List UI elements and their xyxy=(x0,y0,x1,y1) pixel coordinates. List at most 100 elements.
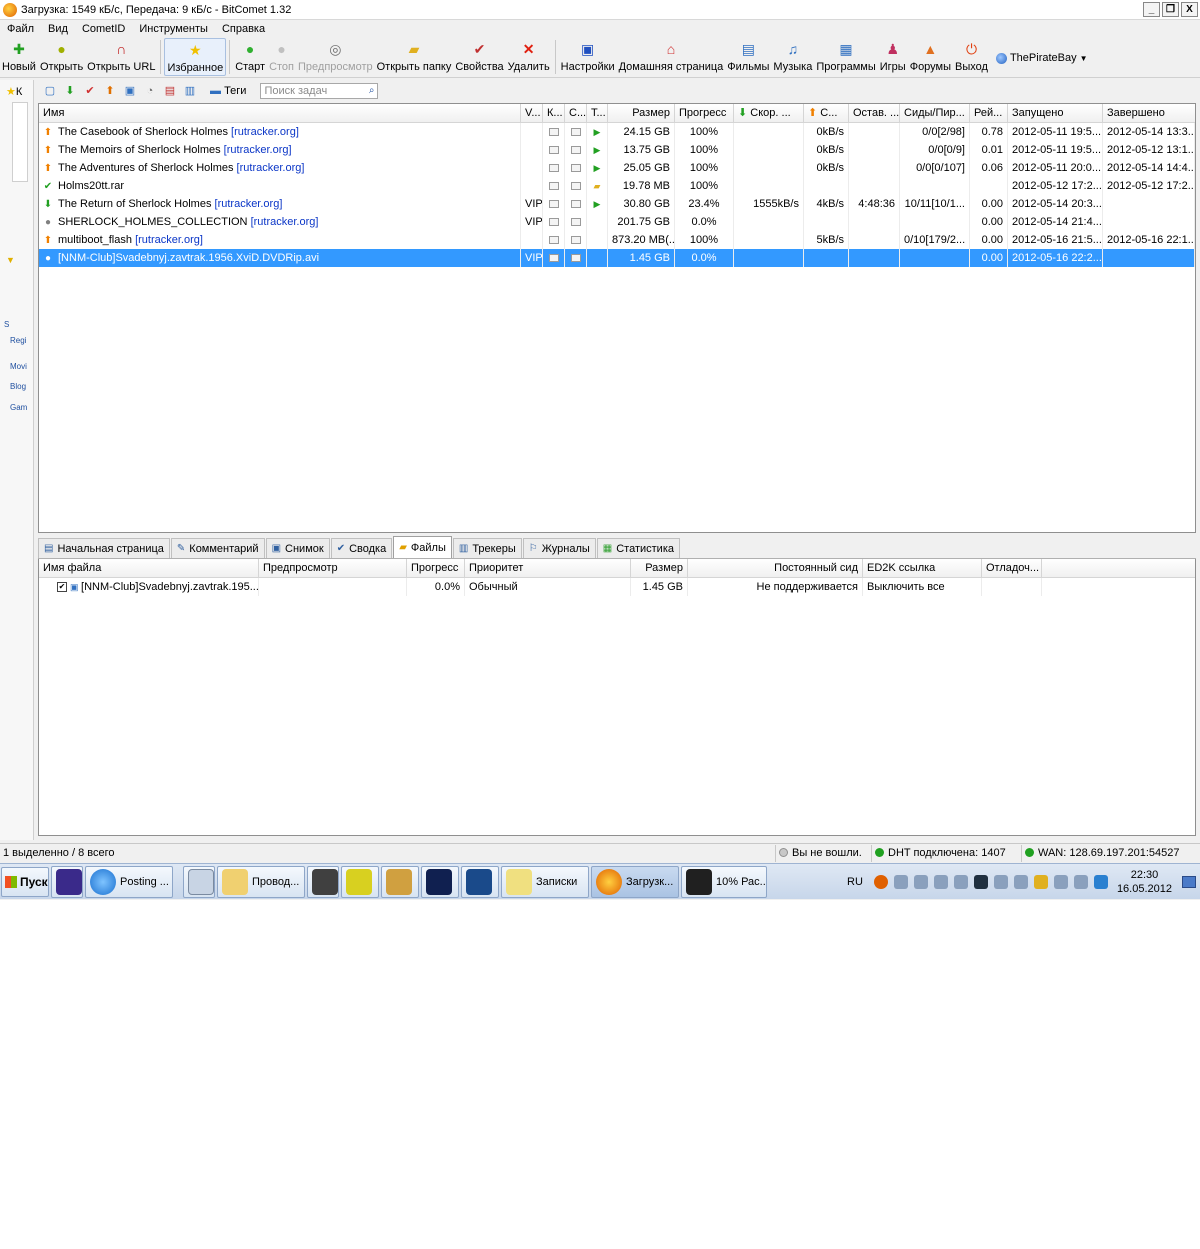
tab-comments[interactable]: ✎ Комментарий xyxy=(170,538,265,558)
sidebar-favorites[interactable]: ★К xyxy=(6,85,22,98)
sidebar-scroll-panel[interactable] xyxy=(12,102,28,182)
favorites-button[interactable]: ★ Избранное xyxy=(164,38,227,76)
column-comment[interactable]: К... xyxy=(543,104,565,122)
filter-icon[interactable]: ▣ xyxy=(122,83,138,99)
menu-tools[interactable]: Инструменты xyxy=(132,23,215,35)
new-task-button[interactable]: ✚ Новый xyxy=(0,38,38,76)
task-row[interactable]: ● SHERLOCK_HOLMES_COLLECTION [rutracker.o… xyxy=(39,213,1195,231)
column-progress[interactable]: Прогресс xyxy=(675,104,734,122)
column-file-progress[interactable]: Прогресс xyxy=(407,559,465,577)
tab-statistics[interactable]: ▦ Статистика xyxy=(596,538,680,558)
bitcomet-tray-icon[interactable] xyxy=(873,874,888,889)
column-seeds-peers[interactable]: Сиды/Пир... xyxy=(900,104,970,122)
column-size[interactable]: Размер xyxy=(608,104,675,122)
sidebar-item-blog[interactable]: Blog xyxy=(10,382,26,391)
task-tag-link[interactable]: [rutracker.org] xyxy=(215,198,283,210)
maximize-button[interactable]: ❐ xyxy=(1162,2,1179,17)
column-file-name[interactable]: Имя файла xyxy=(39,559,259,577)
column-ed2k[interactable]: ED2K ссылка xyxy=(863,559,982,577)
tab-trackers[interactable]: ▥ Трекеры xyxy=(452,538,522,558)
taskbar-network-app[interactable] xyxy=(421,865,459,898)
taskbar-7zip[interactable]: 10% Рас... xyxy=(681,865,767,898)
network-icon[interactable] xyxy=(1053,874,1068,889)
taskbar-alien-app[interactable] xyxy=(307,865,339,898)
open-url-button[interactable]: ∩ Открыть URL xyxy=(85,38,157,76)
dropbox-icon[interactable] xyxy=(1093,874,1108,889)
tags-button[interactable]: ▬ Теги xyxy=(210,85,246,97)
taskbar-calculator[interactable] xyxy=(183,865,215,898)
task-row[interactable]: ⬆ multiboot_flash [rutracker.org] 873.20 M… xyxy=(39,231,1195,249)
tray-icon[interactable] xyxy=(953,874,968,889)
taskbar-ie-posting[interactable]: Posting ... xyxy=(85,865,173,898)
start-button[interactable]: ● Старт xyxy=(233,38,267,76)
task-row[interactable]: ⬆ The Casebook of Sherlock Holmes [rutrac… xyxy=(39,123,1195,141)
file-checkbox[interactable]: ✔ xyxy=(57,582,67,593)
column-started[interactable]: Запущено xyxy=(1008,104,1103,122)
column-ratio[interactable]: Рей... xyxy=(970,104,1008,122)
music-button[interactable]: ♫ Музыка xyxy=(771,38,814,76)
exit-button[interactable]: ⏻ Выход xyxy=(953,38,990,76)
column-download-speed[interactable]: ⬇ Скор. ... xyxy=(734,104,804,122)
start-button[interactable]: Пуск xyxy=(1,866,49,897)
column-vip[interactable]: V... xyxy=(521,104,543,122)
upload-arrow-icon[interactable]: ⬆ xyxy=(102,83,118,99)
file-priority-cell[interactable]: Обычный xyxy=(465,578,631,596)
taskbar-notes[interactable]: Записки xyxy=(501,865,589,898)
forums-button[interactable]: ▲ Форумы xyxy=(908,38,953,76)
task-row[interactable]: ⬆ The Adventures of Sherlock Holmes [rutr… xyxy=(39,159,1195,177)
column-priority[interactable]: Приоритет xyxy=(465,559,631,577)
download-arrow-icon[interactable]: ⬇ xyxy=(62,83,78,99)
task-tag-link[interactable]: [rutracker.org] xyxy=(224,144,292,156)
open-folder-button[interactable]: ▰ Открыть папку xyxy=(375,38,454,76)
clock[interactable]: 22:30 16.05.2012 xyxy=(1117,868,1172,896)
task-tag-link[interactable]: [rutracker.org] xyxy=(251,216,319,228)
taskbar-pineapple-app[interactable] xyxy=(381,865,419,898)
import-icon[interactable]: ▥ xyxy=(182,83,198,99)
task-row[interactable]: ✔ Holms20tt.rar ▰ 19.78 MB 100% 2012-05-12 1… xyxy=(39,177,1195,195)
column-upload-speed[interactable]: ⬆ С... xyxy=(804,104,849,122)
shield-icon[interactable] xyxy=(1033,874,1048,889)
column-permanent-seed[interactable]: Постоянный сид xyxy=(688,559,863,577)
open-torrent-button[interactable]: ● Открыть xyxy=(38,38,85,76)
sidebar-item-s[interactable]: S xyxy=(4,320,9,329)
sidebar-item-gam[interactable]: Gam xyxy=(10,403,27,412)
search-icon[interactable]: ⌕ xyxy=(369,85,375,96)
movies-button[interactable]: ▤ Фильмы xyxy=(725,38,771,76)
menu-help[interactable]: Справка xyxy=(215,23,272,35)
file-ed2k-cell[interactable]: Выключить все xyxy=(863,578,982,596)
tray-icon[interactable] xyxy=(913,874,928,889)
task-row[interactable]: ⬇ The Return of Sherlock Holmes [rutracke… xyxy=(39,195,1195,213)
new-small-icon[interactable]: ▢ xyxy=(42,83,58,99)
close-button[interactable]: X xyxy=(1181,2,1198,17)
column-time-left[interactable]: Остав. ... xyxy=(849,104,900,122)
schedule-icon[interactable]: ◔ xyxy=(142,83,158,99)
menu-view[interactable]: Вид xyxy=(41,23,75,35)
delete-button[interactable]: ✕ Удалить xyxy=(506,38,552,76)
tab-start-page[interactable]: ▤ Начальная страница xyxy=(38,538,170,558)
show-desktop-button[interactable] xyxy=(1182,875,1196,888)
task-search-input[interactable]: Поиск задач ⌕ xyxy=(260,83,379,99)
language-indicator[interactable]: RU xyxy=(847,876,863,888)
games-button[interactable]: ♟ Игры xyxy=(878,38,908,76)
tray-icon[interactable] xyxy=(973,874,988,889)
task-row[interactable]: ⬆ The Memoirs of Sherlock Holmes [rutrack… xyxy=(39,141,1195,159)
site-selector[interactable]: ThePirateBay ▼ xyxy=(995,52,1088,64)
file-row[interactable]: ✔ ▣ [NNM-Club]Svadebnyj.zavtrak.195... 0.… xyxy=(39,578,1195,596)
column-name[interactable]: Имя xyxy=(39,104,521,122)
settings-button[interactable]: ▣ Настройки xyxy=(559,38,617,76)
column-type[interactable]: Т... xyxy=(587,104,608,122)
login-status[interactable]: Вы не вошли. xyxy=(776,844,872,862)
task-tag-link[interactable]: [rutracker.org] xyxy=(231,126,299,138)
properties-button[interactable]: ✔ Свойства xyxy=(453,38,505,76)
taskbar-onenote[interactable] xyxy=(51,865,83,898)
taskbar-explorer[interactable]: Провод... xyxy=(217,865,305,898)
column-finished[interactable]: Завершено xyxy=(1103,104,1195,122)
tray-icon[interactable] xyxy=(993,874,1008,889)
tab-summary[interactable]: ✔ Сводка xyxy=(330,538,393,558)
column-file-size[interactable]: Размер xyxy=(631,559,688,577)
task-tag-link[interactable]: [rutracker.org] xyxy=(237,162,305,174)
tray-icon[interactable] xyxy=(893,874,908,889)
tray-icon[interactable] xyxy=(1013,874,1028,889)
programs-button[interactable]: ▦ Программы xyxy=(814,38,877,76)
menu-file[interactable]: Файл xyxy=(0,23,41,35)
